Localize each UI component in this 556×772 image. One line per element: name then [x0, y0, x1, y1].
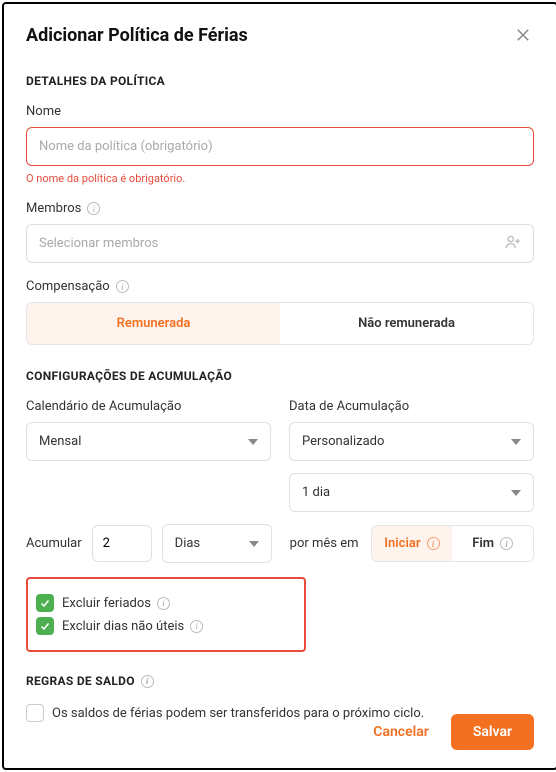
- info-icon[interactable]: i: [141, 675, 154, 688]
- info-icon[interactable]: i: [427, 537, 440, 550]
- chevron-down-icon: [248, 439, 258, 445]
- timing-end-button[interactable]: Fim i: [452, 526, 533, 561]
- policy-details-heading: DETALHES DA POLÍTICA: [26, 74, 534, 88]
- compensation-label: Compensação i: [26, 279, 534, 294]
- cancel-button[interactable]: Cancelar: [365, 714, 437, 750]
- info-icon[interactable]: i: [116, 280, 129, 293]
- accrue-amount-input[interactable]: [92, 525, 152, 562]
- compensation-unpaid-button[interactable]: Não remunerada: [280, 303, 533, 344]
- compensation-paid-button[interactable]: Remunerada: [27, 303, 280, 344]
- info-icon[interactable]: i: [87, 202, 100, 215]
- exclude-holidays-label: Excluir feriados: [62, 596, 151, 611]
- chevron-down-icon: [511, 490, 521, 496]
- exclude-holidays-checkbox[interactable]: [36, 594, 54, 612]
- exclude-nonworking-checkbox[interactable]: [36, 617, 54, 635]
- name-input[interactable]: [26, 127, 534, 166]
- compensation-segment: Remunerada Não remunerada: [26, 302, 534, 345]
- accrual-schedule-select[interactable]: Mensal: [26, 422, 271, 461]
- accrual-settings-heading: CONFIGURAÇÕES DE ACUMULAÇÃO: [26, 369, 534, 383]
- members-input[interactable]: [26, 224, 534, 263]
- per-month-label: por mês em: [290, 536, 359, 551]
- timing-segment: Iniciar i Fim i: [371, 525, 534, 562]
- exclude-options-highlight: Excluir feriados i Excluir dias não útei…: [26, 577, 306, 652]
- modal-header: Adicionar Política de Férias: [26, 24, 534, 46]
- members-label: Membros i: [26, 201, 534, 216]
- add-user-icon[interactable]: [504, 233, 522, 255]
- accrual-date-label: Data de Acumulação: [289, 399, 534, 414]
- chevron-down-icon: [511, 439, 521, 445]
- info-icon[interactable]: i: [190, 620, 203, 633]
- exclude-nonworking-row[interactable]: Excluir dias não úteis i: [36, 617, 294, 635]
- modal-title: Adicionar Política de Férias: [26, 25, 248, 46]
- name-label: Nome: [26, 104, 534, 119]
- add-vacation-policy-modal: Adicionar Política de Férias DETALHES DA…: [2, 2, 556, 770]
- accrue-label: Acumular: [26, 536, 82, 551]
- info-icon[interactable]: i: [500, 537, 513, 550]
- chevron-down-icon: [249, 541, 259, 547]
- carryover-checkbox[interactable]: [26, 704, 44, 722]
- save-button[interactable]: Salvar: [451, 714, 534, 750]
- exclude-holidays-row[interactable]: Excluir feriados i: [36, 594, 294, 612]
- balance-rules-heading: REGRAS DE SALDO i: [26, 674, 534, 688]
- info-icon[interactable]: i: [157, 597, 170, 610]
- accrual-schedule-label: Calendário de Acumulação: [26, 399, 271, 414]
- modal-footer: Cancelar Salvar: [365, 714, 534, 750]
- close-icon[interactable]: [512, 24, 534, 46]
- name-error: O nome da política é obrigatório.: [26, 172, 534, 185]
- accrual-date-select[interactable]: Personalizado: [289, 422, 534, 461]
- timing-start-button[interactable]: Iniciar i: [372, 526, 453, 561]
- exclude-nonworking-label: Excluir dias não úteis: [62, 619, 184, 634]
- accrue-unit-select[interactable]: Dias: [162, 524, 272, 563]
- accrual-day-select[interactable]: 1 dia: [289, 473, 534, 512]
